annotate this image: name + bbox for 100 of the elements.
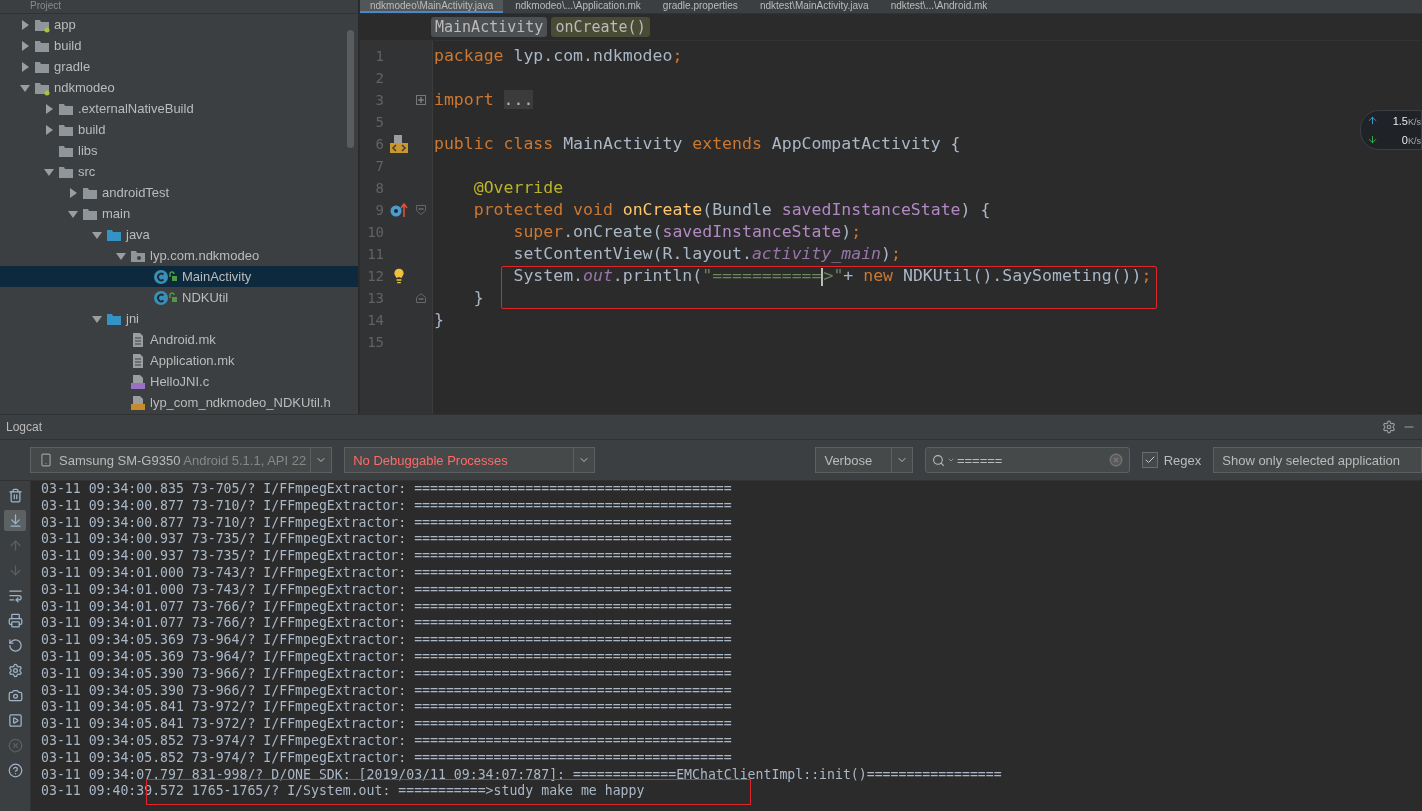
collapsed-arrow-icon[interactable]	[20, 40, 30, 51]
camera-icon	[7, 688, 23, 703]
tree-item[interactable]: ndkmodeo	[0, 77, 358, 98]
settings-icon	[7, 663, 23, 678]
tree-item[interactable]: NDKUtil	[0, 287, 358, 308]
search-field[interactable]: ======	[924, 447, 1130, 473]
device-dropdown[interactable]: Samsung SM-G9350 Android 5.1.1, API 22	[30, 447, 333, 473]
code-line: protected void onCreate(Bundle savedInstanceState) {	[472, 199, 991, 221]
tree-item[interactable]: app	[0, 14, 358, 35]
process-dropdown[interactable]: No Debuggable Processes	[344, 447, 595, 473]
tree-item[interactable]: Android.mk	[0, 329, 358, 350]
log-line: 03-11 09:34:05.369 73-964/? I/FFmpegExtractor: ========================================	[41, 632, 732, 649]
log-line: 03-11 09:34:01.077 73-766/? I/FFmpegExtractor: ========================================	[41, 598, 732, 616]
code-line: super.onCreate(savedInstanceState);	[512, 221, 862, 243]
log-line: 03-11 09:34:05.390 73-966/? I/FFmpegExtractor: ========================================	[41, 665, 732, 683]
tree-item[interactable]: src	[0, 161, 358, 182]
tree-item[interactable]: HelloJNI.c	[0, 371, 358, 392]
editor-tab[interactable]: ndkmodeo\MainActivity.java	[360, 0, 504, 13]
collapsed-arrow-icon[interactable]	[44, 103, 54, 114]
class-icon	[154, 269, 177, 284]
tree-item[interactable]: lyp.com.ndkmodeo	[0, 245, 358, 266]
editor-tab[interactable]: gradle.properties	[652, 0, 748, 13]
breadcrumb[interactable]: onCreate()	[551, 17, 650, 37]
package-folder-icon	[131, 250, 145, 262]
code-line: System.out.println("===========>"+ new NDKUtil().SaySometing());	[512, 265, 1152, 287]
tree-item[interactable]: jni	[0, 308, 358, 329]
scrollbar[interactable]	[347, 30, 354, 148]
log-line: 03-11 09:34:05.841 73-972/? I/FFmpegExtractor: ========================================	[41, 716, 732, 733]
breadcrumb[interactable]: MainActivity	[431, 17, 548, 37]
tree-item[interactable]: build	[0, 35, 358, 56]
tree-item[interactable]: Application.mk	[0, 350, 358, 371]
tree-item[interactable]: lyp_com_ndkmodeo_NDKUtil.h	[0, 392, 358, 413]
up-arrow-icon	[7, 538, 23, 553]
log-line: 03-11 09:34:05.390 73-966/? I/FFmpegExtractor: ========================================	[41, 682, 732, 700]
file-icon	[133, 332, 143, 347]
print-icon	[7, 613, 23, 628]
code-line: public class MainActivity extends AppCompatActivity {	[434, 133, 961, 155]
code-line: }	[472, 287, 484, 309]
expanded-arrow-icon[interactable]	[116, 250, 126, 261]
override-icon[interactable]	[390, 202, 408, 218]
folder-icon	[35, 61, 49, 73]
class-icon	[154, 290, 177, 305]
tree-item[interactable]: MainActivity	[0, 266, 358, 287]
collapsed-arrow-icon[interactable]	[68, 187, 78, 198]
collapsed-arrow-icon[interactable]	[44, 124, 54, 135]
expanded-arrow-icon[interactable]	[68, 208, 78, 219]
editor-tab[interactable]: ndktest\MainActivity.java	[749, 0, 879, 13]
log-level-dropdown[interactable]: Verbose	[815, 447, 913, 473]
tree-item[interactable]: build	[0, 119, 358, 140]
fold-icon[interactable]	[416, 293, 426, 303]
soft-wrap-icon	[7, 588, 23, 603]
log-line: 03-11 09:34:07.797 831-998/? D/ONE SDK: [2019/03/11 09:34:07:787]: =============EMChatClientImpl::init()=================	[41, 766, 1002, 784]
expanded-arrow-icon[interactable]	[92, 313, 102, 324]
panel-title: Project	[0, 0, 358, 14]
log-line: 03-11 09:34:01.000 73-743/? I/FFmpegExtractor: ========================================	[41, 581, 732, 599]
editor-tab[interactable]: ndktest\...\Android.mk	[880, 0, 998, 13]
folder-icon	[59, 124, 73, 136]
expanded-arrow-icon[interactable]	[20, 82, 30, 93]
folder-icon	[59, 145, 73, 157]
expanded-arrow-icon[interactable]	[92, 229, 102, 240]
fold-icon[interactable]	[416, 205, 426, 215]
filter-dropdown[interactable]: Show only selected application	[1213, 447, 1422, 473]
check-icon	[1143, 454, 1156, 466]
play-icon	[7, 713, 23, 728]
download-icon	[1367, 134, 1378, 145]
tree-item[interactable]: java	[0, 224, 358, 245]
file-icon	[133, 353, 143, 368]
log-line: 03-11 09:34:05.369 73-964/? I/FFmpegExtractor: ========================================	[41, 648, 732, 666]
tree-item[interactable]: androidTest	[0, 182, 358, 203]
tree-item[interactable]: libs	[0, 140, 358, 161]
settings-icon[interactable]	[1382, 420, 1396, 434]
collapsed-arrow-icon[interactable]	[20, 61, 30, 72]
download-speed: 0K/s	[1400, 133, 1421, 146]
tree-item[interactable]: main	[0, 203, 358, 224]
search-icon	[931, 453, 945, 467]
module-folder-icon	[35, 82, 50, 95]
scroll-to-end-button[interactable]	[4, 510, 26, 531]
folder-icon	[83, 208, 97, 220]
editor-tab[interactable]: ndkmodeo\...\Application.mk	[505, 0, 651, 13]
log-line: 03-11 09:34:00.877 73-710/? I/FFmpegExtractor: ========================================	[41, 514, 732, 532]
upload-speed: 1.5K/s	[1391, 114, 1421, 127]
collapsed-arrow-icon[interactable]	[20, 19, 30, 30]
expanded-arrow-icon[interactable]	[44, 166, 54, 177]
regex-checkbox[interactable]: Regex	[1141, 452, 1202, 468]
log-line: 03-11 09:34:00.835 73-705/? I/FFmpegExtractor: ========================================	[41, 481, 732, 498]
text-cursor	[821, 267, 824, 286]
header-file-icon	[131, 395, 145, 410]
expand-fold-icon[interactable]	[416, 95, 426, 105]
log-line: 03-11 09:34:00.877 73-710/? I/FFmpegExtractor: ========================================	[41, 497, 732, 515]
lightbulb-icon[interactable]	[391, 268, 407, 284]
help-icon	[7, 763, 23, 778]
log-line: 03-11 09:34:01.077 73-766/? I/FFmpegExtractor: ========================================	[41, 615, 732, 633]
device-name: Samsung SM-G9350 Android 5.1.1, API 22	[59, 452, 307, 468]
clear-icon[interactable]	[1108, 453, 1123, 467]
folder-icon	[107, 313, 121, 325]
c-file-icon	[131, 374, 145, 389]
layout-file-icon[interactable]	[389, 134, 409, 154]
tree-item[interactable]: .externalNativeBuild	[0, 98, 358, 119]
log-line: 03-11 09:34:05.852 73-974/? I/FFmpegExtractor: ========================================	[41, 749, 732, 767]
tree-item[interactable]: gradle	[0, 56, 358, 77]
